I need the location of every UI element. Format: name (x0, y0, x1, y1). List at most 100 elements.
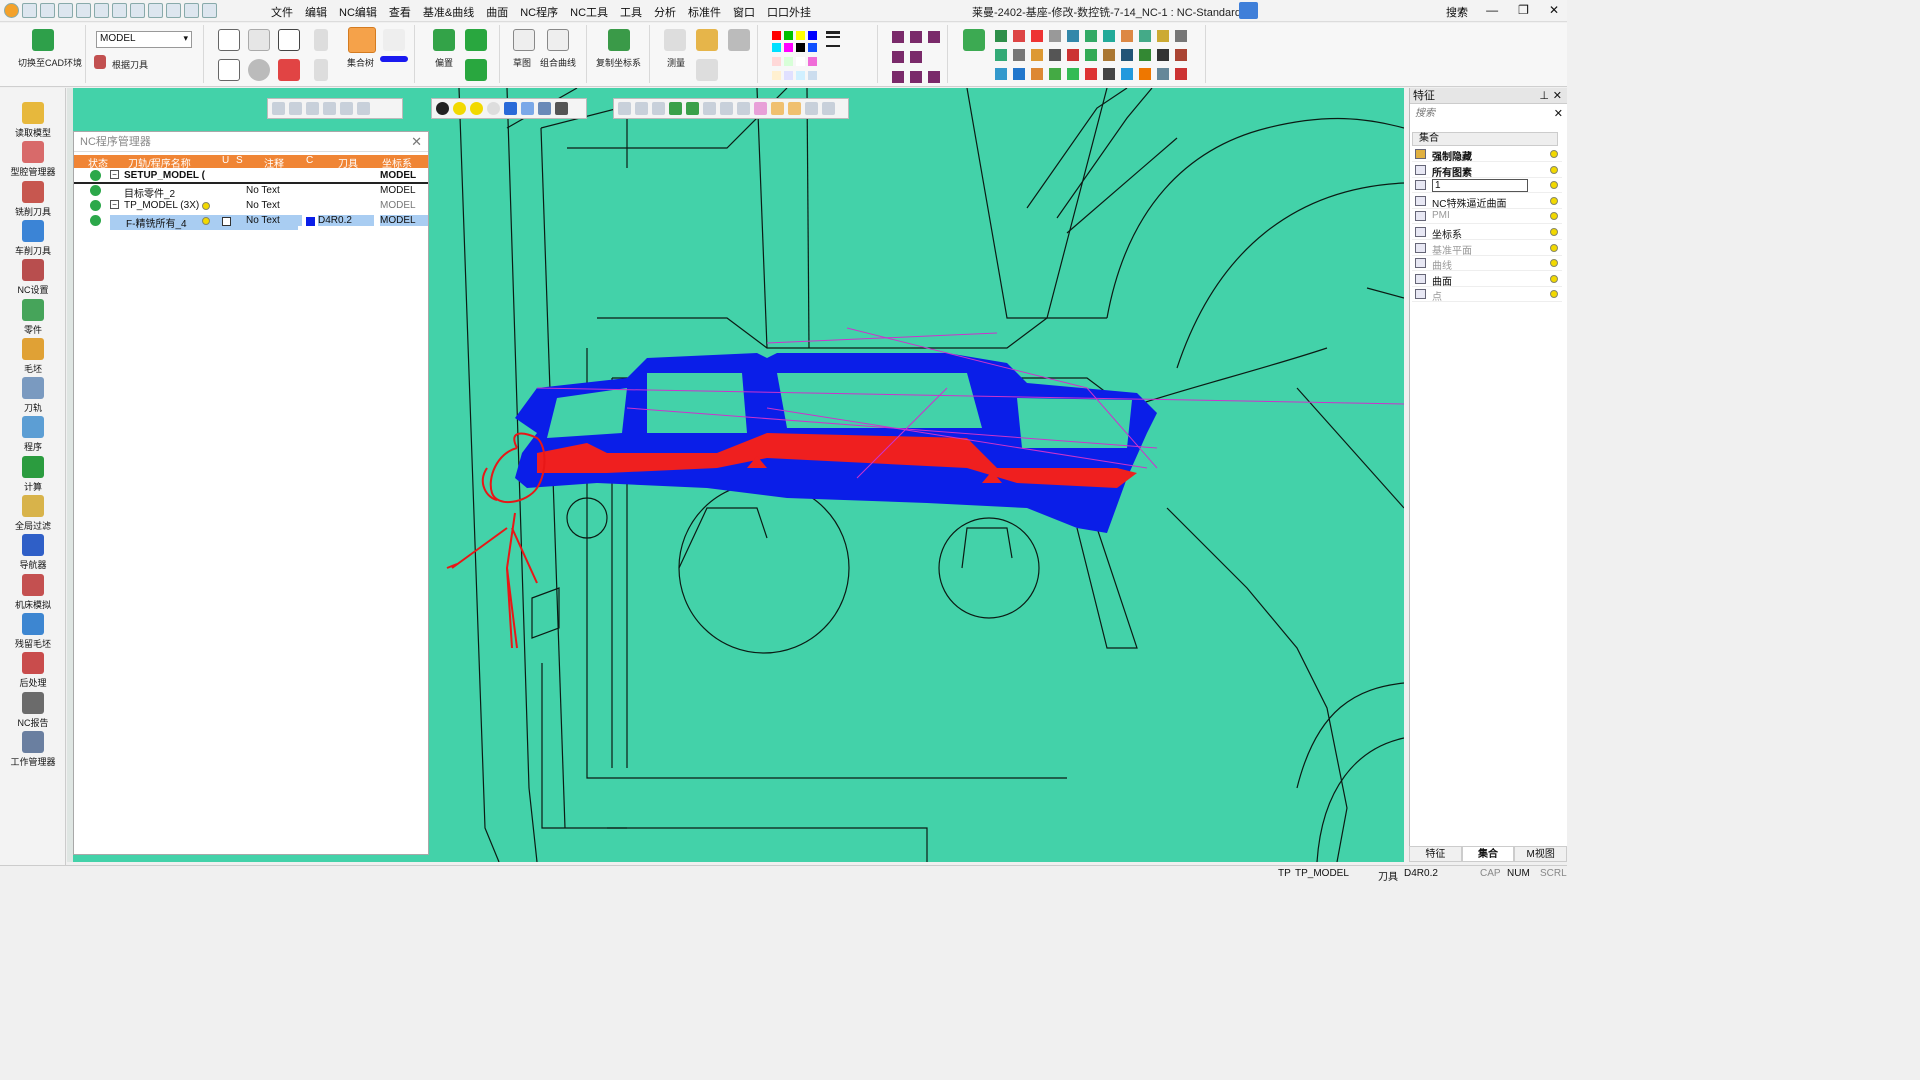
help-icon[interactable] (248, 29, 270, 51)
tp-pink-icon[interactable] (754, 102, 767, 115)
dimension-icon[interactable] (314, 29, 328, 51)
sketch-label[interactable]: 草图 (513, 56, 531, 69)
sidebar-item-job-manager[interactable]: 工作管理器 (2, 730, 64, 768)
menu-item-5[interactable]: 曲面 (486, 4, 508, 20)
regen-icon[interactable] (184, 3, 199, 18)
select-filter-icon[interactable] (306, 102, 319, 115)
menu-item-4[interactable]: 基准&曲线 (423, 4, 474, 20)
combo-curve-icon[interactable] (547, 29, 569, 51)
visibility-bulb-icon[interactable] (1550, 259, 1558, 268)
window-mode-icon[interactable] (1239, 2, 1258, 19)
tab-1[interactable]: 集合 (1461, 846, 1515, 862)
visibility-bulb-icon[interactable] (1550, 243, 1558, 252)
redo-icon[interactable] (166, 3, 181, 18)
eraser-icon[interactable] (728, 29, 750, 51)
tp-mode-icon[interactable] (703, 102, 716, 115)
select-icon[interactable] (272, 102, 285, 115)
measure-label[interactable]: 测量 (667, 56, 685, 69)
nc-table-row[interactable]: F-精铣所有_4 No Text D4R0.2 MODEL (74, 214, 428, 230)
measure-icon[interactable] (664, 29, 686, 51)
pick-tool-label[interactable]: 根据刀具 (112, 58, 148, 71)
copy-icon[interactable] (94, 3, 109, 18)
search-icon[interactable]: ⌕ (1459, 3, 1466, 18)
restore-icon[interactable]: ❐ (1518, 3, 1529, 18)
paste-icon[interactable] (112, 3, 127, 18)
set-list-item[interactable]: 坐标系 (1412, 225, 1562, 241)
app-icon[interactable] (4, 3, 19, 18)
arrow-right-icon[interactable] (521, 102, 534, 115)
nc-table-row[interactable]: − SETUP_MODEL (MODEL (74, 169, 428, 184)
undo-icon[interactable] (148, 3, 163, 18)
visibility-bulb-icon[interactable] (1550, 165, 1558, 174)
rotate-icon[interactable] (618, 102, 631, 115)
visibility-bulb-icon[interactable] (1550, 274, 1558, 283)
nc-table-row[interactable]: 目标零件_2 No Text MODEL (74, 184, 428, 200)
menu-item-3[interactable]: 查看 (389, 4, 411, 20)
nc-column-2[interactable]: U (222, 155, 229, 166)
tp-show-icon[interactable] (669, 102, 682, 115)
box-icon[interactable] (696, 59, 718, 81)
tp-edge-icon[interactable] (720, 102, 733, 115)
minimize-icon[interactable]: — (1486, 3, 1498, 18)
sidebar-item-stock[interactable]: 毛坯 (2, 337, 64, 375)
offset-label[interactable]: 偏置 (435, 56, 453, 69)
save-icon[interactable] (22, 3, 37, 18)
visibility-bulb-icon[interactable] (1550, 196, 1558, 205)
sidebar-item-compute[interactable]: 计算 (2, 455, 64, 493)
sidebar-item-residual-stock[interactable]: 残留毛坯 (2, 612, 64, 650)
tool-icons[interactable] (993, 28, 1193, 84)
nc-column-4[interactable]: 注释 (264, 155, 284, 170)
transform-icons[interactable] (888, 29, 948, 85)
visibility-bulb-icon[interactable] (1550, 150, 1558, 158)
color-bar-icon[interactable] (380, 56, 408, 62)
arrow-left-icon[interactable] (504, 102, 517, 115)
close-window-icon[interactable]: ✕ (1549, 3, 1559, 18)
sidebar-item-part[interactable]: 零件 (2, 298, 64, 336)
pin-icon[interactable]: ⊥ (1539, 88, 1549, 104)
bulb-icon[interactable] (202, 202, 210, 210)
sidebar-item-program[interactable]: 程序 (2, 416, 64, 453)
sidebar-item-navigator[interactable]: 导航器 (2, 534, 64, 571)
layout-icon[interactable] (202, 3, 217, 18)
set-list-item[interactable]: 基准平面 (1412, 241, 1562, 257)
list-icon[interactable] (218, 59, 240, 81)
menu-item-1[interactable]: 编辑 (305, 4, 327, 20)
new-icon[interactable] (58, 3, 73, 18)
show-checkbox[interactable] (222, 217, 231, 226)
set-list-item[interactable]: 强制隐藏 (1412, 147, 1562, 163)
open-icon[interactable] (40, 3, 55, 18)
cube-icon[interactable] (538, 102, 551, 115)
nc-row-name[interactable]: TP_MODEL (3X) (124, 200, 199, 211)
bulb-off-icon[interactable] (487, 102, 500, 115)
nc-column-0[interactable]: 状态 (88, 155, 108, 170)
sidebar-item-cavity-manager[interactable]: 型腔管理器 (2, 141, 64, 178)
set-list-item[interactable]: 曲线 (1412, 256, 1562, 272)
offset-icon[interactable] (433, 29, 455, 51)
set-list-item[interactable]: 点 (1412, 287, 1562, 303)
arrow-icon[interactable] (314, 59, 328, 81)
pick-tool-icon[interactable] (94, 55, 106, 69)
sidebar-item-lathe-tool[interactable]: 车削刀具 (2, 219, 64, 257)
color-swatch[interactable] (306, 217, 315, 226)
search-clear-icon[interactable]: ✕ (1554, 107, 1563, 120)
nc-column-6[interactable]: 刀具 (338, 155, 358, 170)
sidebar-item-global-filter[interactable]: 全局过滤 (2, 495, 64, 532)
tp-active-icon[interactable] (771, 102, 784, 115)
line-style-icon[interactable] (383, 29, 405, 51)
info-icon[interactable] (248, 59, 270, 81)
select-more-icon[interactable] (357, 102, 370, 115)
nc-column-3[interactable]: S (236, 155, 243, 166)
nc-column-5[interactable]: C (306, 155, 313, 166)
sketch-icon[interactable] (513, 29, 535, 51)
visibility-bulb-icon[interactable] (1550, 290, 1558, 299)
menu-item-8[interactable]: 工具 (620, 4, 642, 20)
pan-icon[interactable] (635, 102, 648, 115)
set-list-item[interactable]: PMI (1412, 209, 1562, 225)
sidebar-item-post-process[interactable]: 后处理 (2, 652, 64, 689)
menu-item-0[interactable]: 文件 (271, 4, 293, 20)
printer-icon[interactable] (278, 59, 300, 81)
tree-collapse-icon[interactable]: − (110, 170, 119, 179)
bulb-half-icon[interactable] (470, 102, 483, 115)
menu-item-9[interactable]: 分析 (654, 4, 676, 20)
set-list-item[interactable]: 曲面 (1412, 272, 1562, 288)
